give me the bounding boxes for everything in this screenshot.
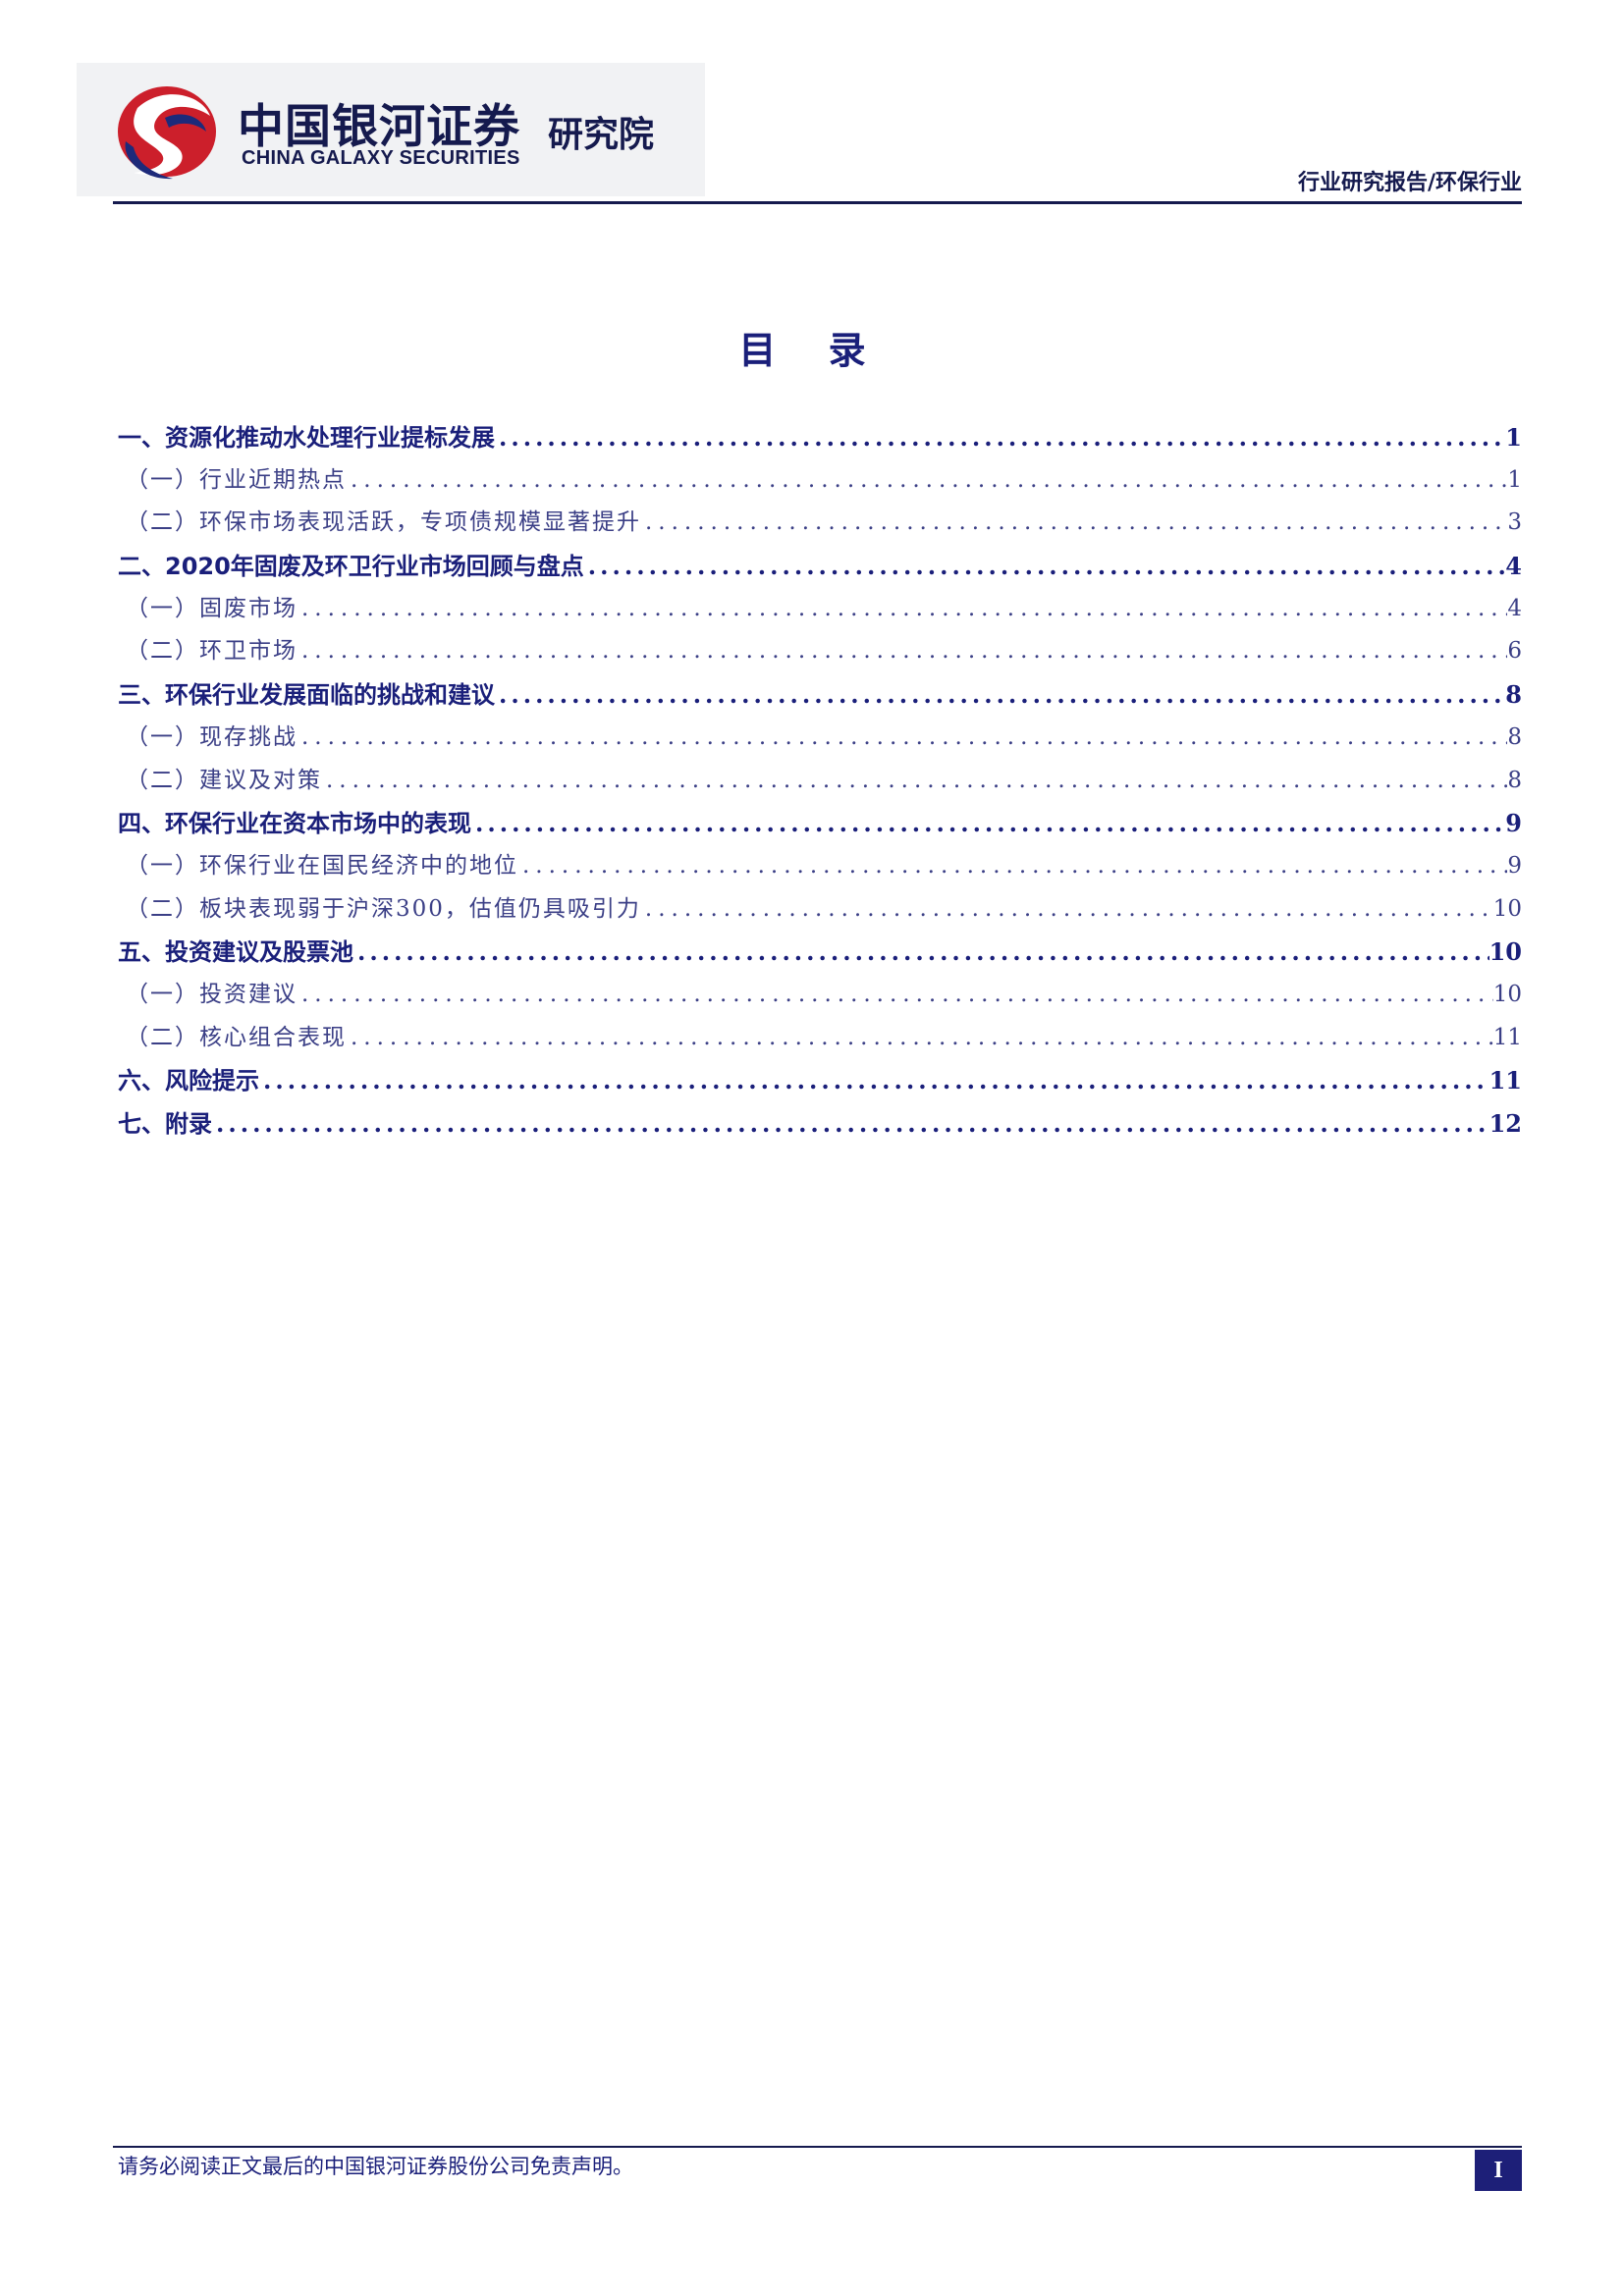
toc-entry-title: （二）建议及对策 — [126, 767, 322, 793]
toc-dot-leader — [259, 1059, 1489, 1102]
toc-entry-page: 9 — [1507, 852, 1522, 879]
toc-dot-leader — [518, 845, 1507, 888]
toc-entry-title: 二、2020年固废及环卫行业市场回顾与盘点 — [118, 553, 584, 581]
toc-entry-page: 11 — [1489, 1066, 1522, 1095]
toc-title: 目 录 — [738, 329, 886, 372]
toc-entry-page: 6 — [1507, 638, 1522, 665]
toc-dot-leader — [495, 673, 1505, 717]
toc-entry-title: （二）板块表现弱于沪深300，估值仍具吸引力 — [126, 895, 641, 922]
toc-dot-leader — [641, 502, 1507, 545]
toc-entry-title: 六、风险提示 — [118, 1067, 259, 1095]
toc-dot-leader — [347, 459, 1507, 503]
toc-dot-leader — [298, 974, 1493, 1017]
toc-subsection-link[interactable]: （二）环卫市场 6 — [118, 630, 1522, 673]
toc-subsection-link[interactable]: （一）固废市场 4 — [118, 588, 1522, 631]
toc-dot-leader — [347, 1017, 1493, 1060]
toc-subsection-link[interactable]: （一）行业近期热点 1 — [118, 459, 1522, 503]
toc-entry-page: 8 — [1507, 723, 1522, 750]
toc-dot-leader — [322, 760, 1507, 803]
galaxy-logo-icon — [118, 86, 216, 180]
toc-entry-page: 11 — [1492, 1024, 1522, 1050]
toc-dot-leader — [353, 931, 1489, 974]
toc-dot-leader — [641, 888, 1493, 932]
toc-entry-page: 4 — [1507, 595, 1522, 621]
toc-section-link[interactable]: 三、环保行业发展面临的挑战和建议 8 — [118, 673, 1522, 717]
logo: 中国银河证券 CHINA GALAXY SECURITIES 研究院 — [77, 63, 705, 196]
toc-dot-leader — [584, 545, 1506, 588]
toc-entry-page: 10 — [1492, 895, 1522, 922]
toc-section-link[interactable]: 四、环保行业在资本市场中的表现 9 — [118, 802, 1522, 845]
toc-dot-leader — [495, 416, 1505, 459]
toc-entry-page: 10 — [1492, 981, 1522, 1007]
logo-english-name: CHINA GALAXY SECURITIES — [242, 147, 520, 169]
page-number-badge: I — [1475, 2150, 1522, 2191]
toc-subsection-link[interactable]: （二）核心组合表现 11 — [118, 1017, 1522, 1060]
toc-subsection-link[interactable]: （一）投资建议 10 — [118, 974, 1522, 1017]
toc-entry-page: 9 — [1505, 809, 1522, 838]
toc-dot-leader — [298, 630, 1507, 673]
toc-entry-page: 1 — [1507, 466, 1522, 493]
toc-subsection-link[interactable]: （二）建议及对策 8 — [118, 760, 1522, 803]
toc-entry-title: （二）环保市场表现活跃，专项债规模显著提升 — [126, 509, 641, 536]
toc-section-link[interactable]: 七、附录 12 — [118, 1102, 1522, 1146]
toc-entry-page: 3 — [1507, 509, 1522, 536]
toc-entry-title: 五、投资建议及股票池 — [118, 938, 353, 967]
toc-section-link[interactable]: 一、资源化推动水处理行业提标发展 1 — [118, 416, 1522, 459]
toc-entry-title: 三、环保行业发展面临的挑战和建议 — [118, 681, 495, 710]
toc-section-link[interactable]: 五、投资建议及股票池 10 — [118, 931, 1522, 974]
toc-entry-page: 4 — [1505, 552, 1522, 581]
toc-entry-title: 一、资源化推动水处理行业提标发展 — [118, 424, 495, 452]
toc-subsection-link[interactable]: （一）现存挑战 8 — [118, 717, 1522, 760]
table-of-contents: 一、资源化推动水处理行业提标发展 1 （一）行业近期热点 1 （二）环保市场表现活跃，专… — [118, 416, 1522, 1146]
toc-dot-leader — [212, 1102, 1489, 1146]
toc-subsection-link[interactable]: （一）环保行业在国民经济中的地位 9 — [118, 845, 1522, 888]
toc-dot-leader — [298, 588, 1507, 631]
toc-entry-title: （二）核心组合表现 — [126, 1024, 347, 1050]
logo-chinese-name: 中国银河证券 — [238, 100, 520, 154]
toc-entry-page: 12 — [1489, 1109, 1522, 1138]
toc-entry-title: （一）现存挑战 — [126, 723, 298, 750]
report-type-label: 行业研究报告/环保行业 — [1297, 171, 1522, 195]
toc-dot-leader — [298, 717, 1507, 760]
toc-entry-page: 1 — [1505, 423, 1522, 452]
toc-entry-title: 四、环保行业在资本市场中的表现 — [118, 810, 471, 838]
footer-disclaimer: 请务必阅读正文最后的中国银河证券股份公司免责声明。 — [118, 2155, 633, 2178]
toc-entry-page: 8 — [1505, 680, 1522, 710]
toc-entry-title: （一）行业近期热点 — [126, 466, 347, 493]
toc-entry-page: 10 — [1489, 937, 1522, 967]
toc-subsection-link[interactable]: （二）板块表现弱于沪深300，估值仍具吸引力 10 — [118, 888, 1522, 932]
toc-section-link[interactable]: 六、风险提示 11 — [118, 1059, 1522, 1102]
toc-entry-title: （一）环保行业在国民经济中的地位 — [126, 852, 518, 879]
toc-dot-leader — [471, 802, 1505, 845]
toc-entry-title: （一）投资建议 — [126, 981, 298, 1007]
toc-entry-title: 七、附录 — [118, 1110, 212, 1138]
toc-subsection-link[interactable]: （二）环保市场表现活跃，专项债规模显著提升 3 — [118, 502, 1522, 545]
header-divider — [113, 201, 1522, 204]
toc-section-link[interactable]: 二、2020年固废及环卫行业市场回顾与盘点 4 — [118, 545, 1522, 588]
toc-entry-page: 8 — [1507, 767, 1522, 793]
toc-entry-title: （一）固废市场 — [126, 595, 298, 621]
footer-divider — [113, 2146, 1522, 2148]
toc-entry-title: （二）环卫市场 — [126, 638, 298, 665]
logo-institute-label: 研究院 — [548, 115, 655, 155]
